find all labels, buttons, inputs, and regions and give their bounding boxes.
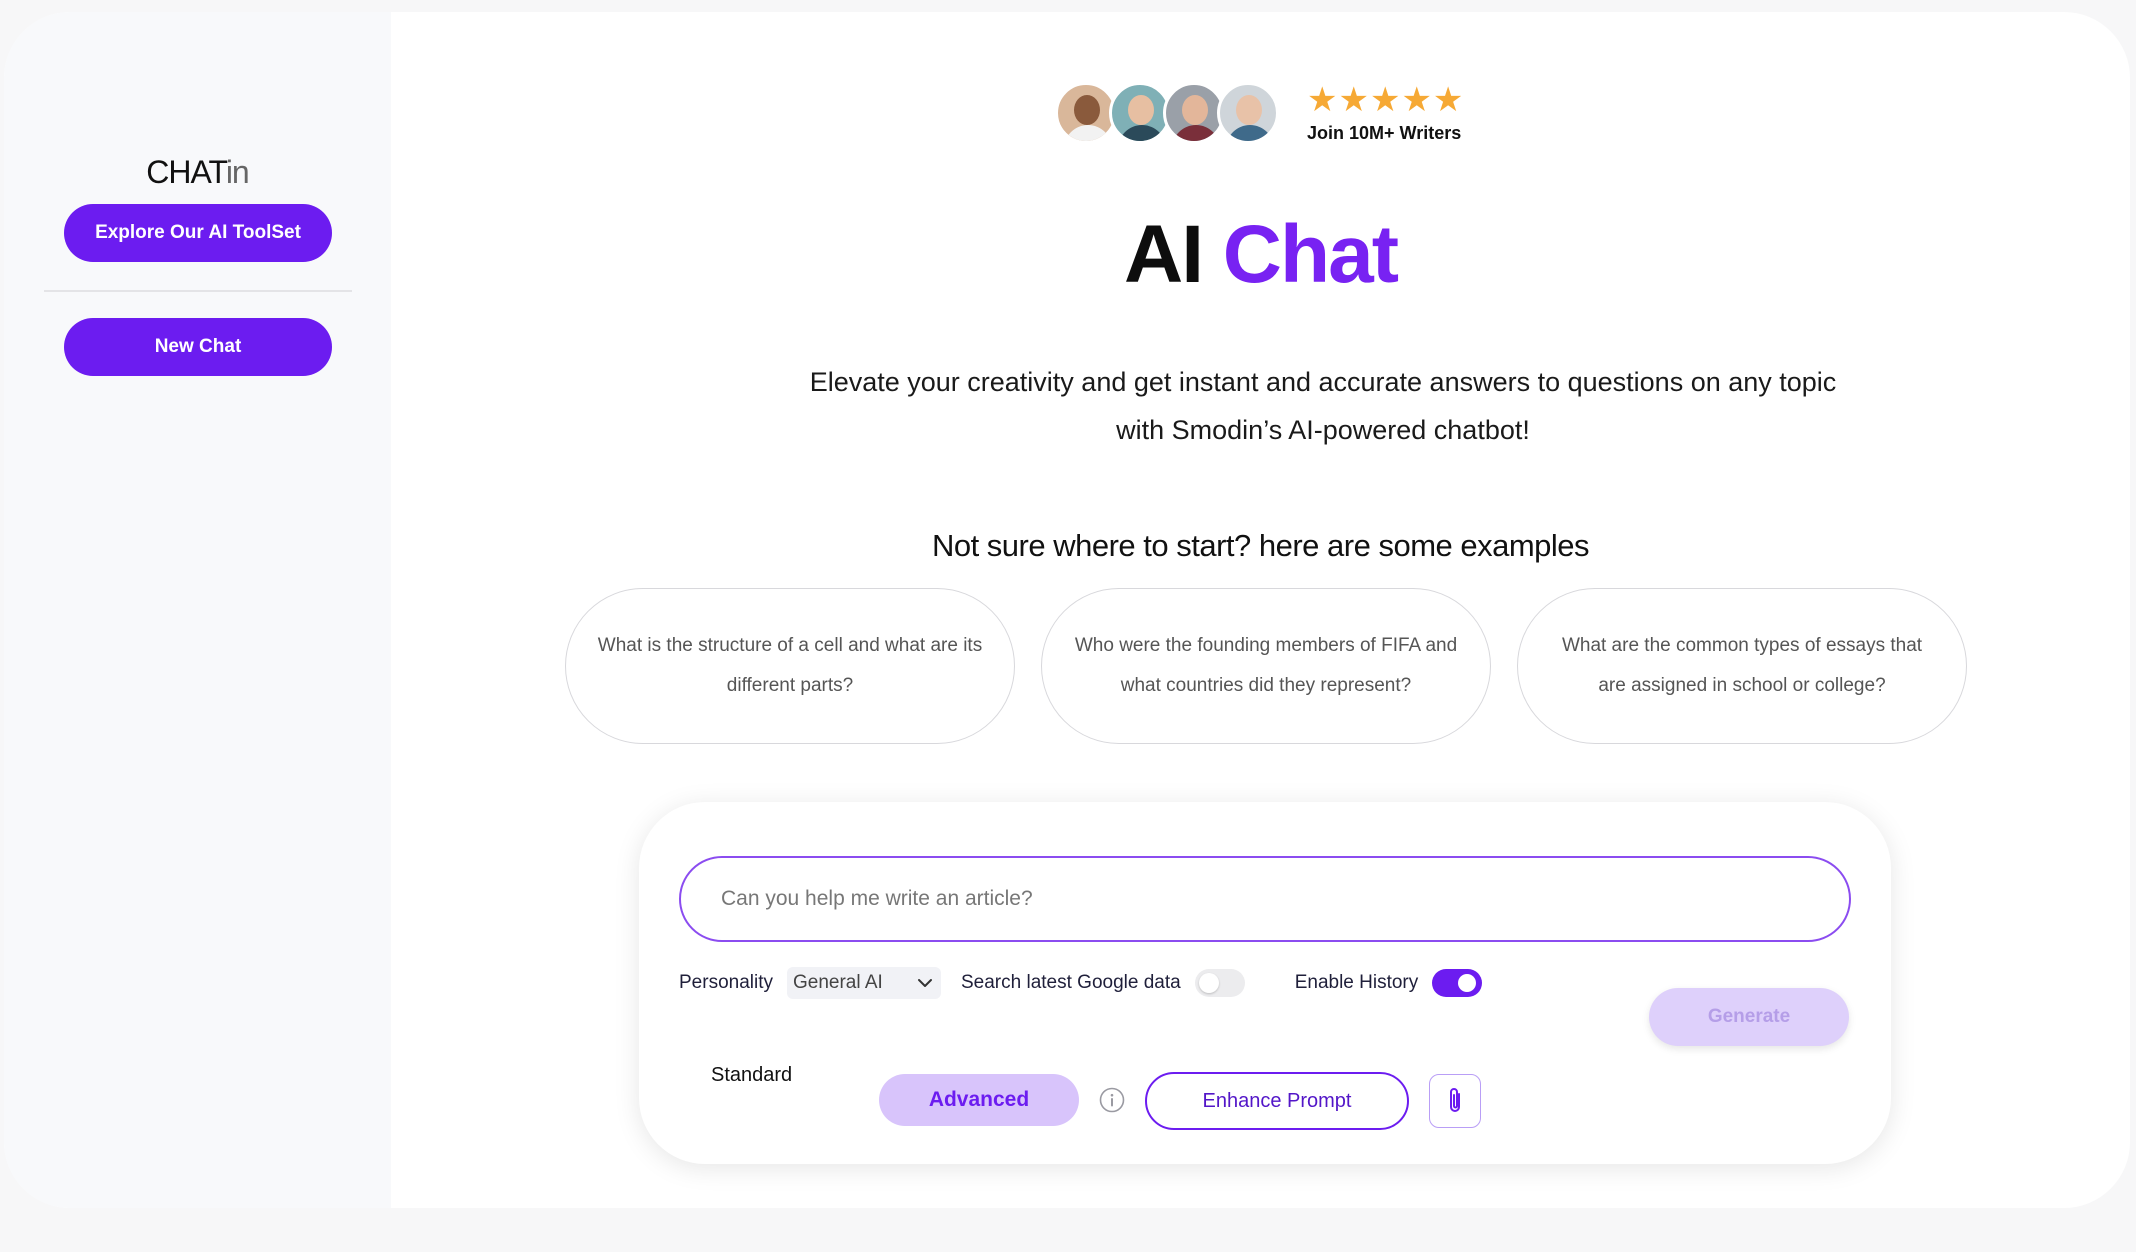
history-toggle[interactable]	[1432, 969, 1483, 997]
personality-value: General AI	[793, 972, 883, 993]
info-icon[interactable]	[1099, 1087, 1125, 1113]
page-title: AI Chat	[391, 208, 2130, 302]
prompt-input[interactable]	[679, 856, 1851, 942]
new-chat-button[interactable]: New Chat	[64, 318, 332, 376]
mode-advanced-button[interactable]: Advanced	[879, 1074, 1079, 1126]
generate-button[interactable]: Generate	[1649, 988, 1849, 1046]
example-prompt-text: What is the structure of a cell and what…	[597, 635, 983, 696]
composer-card: Personality General AI Search latest Goo…	[639, 802, 1891, 1164]
sidebar: CHATin Explore Our AI ToolSet New Chat	[4, 12, 391, 1208]
example-prompt-card[interactable]: What are the common types of essays that…	[1517, 588, 1967, 744]
paperclip-icon	[1450, 1088, 1460, 1112]
google-search-label: Search latest Google data	[961, 972, 1181, 993]
attach-file-button[interactable]	[1429, 1074, 1481, 1128]
social-proof: ★★★★★ Join 10M+ Writers	[1055, 78, 1464, 148]
sidebar-divider	[44, 290, 352, 292]
subtitle-line-1: Elevate your creativity and get instant …	[809, 367, 1837, 397]
google-search-toggle[interactable]	[1194, 969, 1245, 997]
brand-logo: CHATin	[4, 154, 391, 191]
example-prompt-text: Who were the founding members of FIFA an…	[1074, 635, 1458, 696]
example-prompt-text: What are the common types of essays that…	[1561, 635, 1923, 696]
mode-standard-button[interactable]: Standard	[711, 1064, 792, 1087]
composer-options: Personality General AI Search latest Goo…	[679, 966, 1483, 1000]
subtitle-line-2: with Smodin’s AI-powered chatbot!	[1116, 415, 1530, 445]
history-label: Enable History	[1294, 972, 1419, 993]
page-title-part2: Chat	[1222, 209, 1399, 300]
chevron-down-icon	[918, 979, 932, 987]
avatar	[1109, 82, 1171, 144]
toggle-knob	[1458, 974, 1477, 992]
example-prompt-card[interactable]: Who were the founding members of FIFA an…	[1041, 588, 1491, 744]
page-title-part1: AI	[1123, 209, 1204, 300]
avatar	[1163, 82, 1225, 144]
page-subtitle: Elevate your creativity and get instant …	[691, 358, 1955, 454]
examples-heading: Not sure where to start? here are some e…	[931, 528, 1590, 563]
brand-main: CHAT	[146, 154, 227, 190]
toggle-knob	[1198, 973, 1219, 993]
star-rating-icon: ★★★★★	[1307, 80, 1465, 119]
join-writers-text: Join 10M+ Writers	[1307, 122, 1462, 143]
rating-block: ★★★★★ Join 10M+ Writers	[1307, 83, 1464, 144]
avatar	[1217, 82, 1279, 144]
example-prompt-card[interactable]: What is the structure of a cell and what…	[565, 588, 1015, 744]
personality-select[interactable]: General AI	[787, 967, 941, 999]
brand-suffix: in	[225, 154, 250, 190]
explore-toolset-button[interactable]: Explore Our AI ToolSet	[64, 204, 332, 262]
main-content: ★★★★★ Join 10M+ Writers AI Chat Elevate …	[391, 12, 2130, 1208]
avatar	[1055, 82, 1117, 144]
personality-label: Personality	[679, 972, 773, 993]
app-window: CHATin Explore Our AI ToolSet New Chat ★…	[4, 12, 2130, 1208]
enhance-prompt-button[interactable]: Enhance Prompt	[1145, 1072, 1409, 1130]
